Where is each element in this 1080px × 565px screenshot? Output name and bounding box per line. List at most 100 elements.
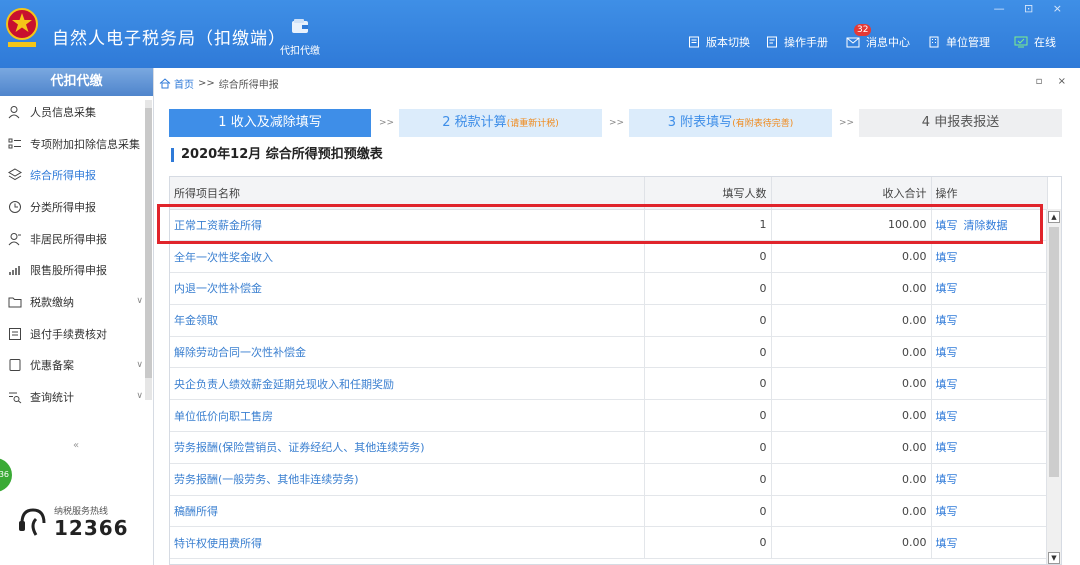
- scroll-down-arrow-icon[interactable]: ▼: [1048, 552, 1060, 564]
- sidebar-item-classified-income[interactable]: 分类所得申报: [0, 191, 153, 223]
- fill-in-link[interactable]: 填写: [936, 282, 958, 295]
- table-scroll-thumb[interactable]: [1049, 227, 1059, 477]
- step-label: 2 税款计算: [442, 115, 507, 130]
- fill-in-link[interactable]: 填写: [936, 505, 958, 518]
- filled-count: 0: [644, 526, 772, 560]
- main-panel: 首页 >> 综合所得申报 ▫ × 1 收入及减除填写 >> 2 税款计算(请重新…: [155, 68, 1080, 565]
- floating-badge[interactable]: 36: [0, 458, 12, 492]
- document-icon: [9, 359, 21, 372]
- search-list-icon: [9, 392, 22, 404]
- sidebar-item-label: 限售股所得申报: [30, 264, 107, 278]
- step-arrow: >>: [839, 118, 855, 128]
- filled-count: 0: [644, 240, 772, 274]
- operation-cell: 填写: [931, 272, 1048, 305]
- sidebar-item-restricted-shares[interactable]: 限售股所得申报: [0, 254, 153, 286]
- income-total: 0.00: [771, 240, 932, 274]
- fill-in-link[interactable]: 填写: [936, 441, 958, 454]
- home-icon: [159, 78, 171, 89]
- income-item-name: 稿酬所得: [170, 495, 645, 528]
- title-bar: 自然人电子税务局（扣缴端） 代扣代缴 — ⊡ × 版本切换 操作手册 32 消息…: [0, 0, 1080, 68]
- breadcrumb-home-link[interactable]: 首页: [174, 76, 194, 91]
- chart-icon: [9, 266, 20, 276]
- breadcrumb-separator: >>: [198, 78, 215, 89]
- sidebar-item-preference-filing[interactable]: 优惠备案 ∨: [0, 350, 153, 382]
- step-income-deduction[interactable]: 1 收入及减除填写: [169, 109, 371, 137]
- income-total: 0.00: [771, 367, 932, 401]
- person-outline-icon: [8, 232, 21, 245]
- scroll-up-arrow-icon[interactable]: ▲: [1048, 211, 1060, 223]
- hotline-banner: 纳税服务热线 12366: [16, 504, 129, 539]
- income-total: 0.00: [771, 495, 932, 528]
- sidebar-item-tax-payment[interactable]: 税款缴纳 ∨: [0, 286, 153, 318]
- sidebar-item-comprehensive-income[interactable]: 综合所得申报: [0, 159, 153, 191]
- table-scrollbar[interactable]: ▲ ▼: [1046, 209, 1061, 564]
- income-total: 0.00: [771, 526, 932, 560]
- app-title: 自然人电子税务局（扣缴端）: [52, 29, 286, 49]
- table-row: 解除劳动合同一次性补偿金 0 0.00 填写: [170, 336, 1048, 369]
- module-button-withholding[interactable]: 代扣代缴: [272, 18, 328, 57]
- sidebar-item-label: 人员信息采集: [30, 105, 96, 119]
- income-item-name: 劳务报酬(保险营销员、证券经纪人、其他连续劳务): [170, 431, 645, 464]
- hotline-number: 12366: [54, 516, 129, 540]
- online-status-button[interactable]: 在线: [1014, 34, 1056, 50]
- clear-data-link[interactable]: 清除数据: [964, 219, 1008, 232]
- table-row: 单位低价向职工售房 0 0.00 填写: [170, 399, 1048, 433]
- fill-in-link[interactable]: 填写: [936, 314, 958, 327]
- version-switch-button[interactable]: 版本切换: [688, 34, 750, 50]
- fill-in-link[interactable]: 填写: [936, 346, 958, 359]
- fill-in-link[interactable]: 填写: [936, 378, 958, 391]
- operation-cell: 填写: [931, 463, 1048, 496]
- operation-cell: 填写: [931, 526, 1048, 560]
- step-label: 3 附表填写: [667, 115, 733, 130]
- sidebar-item-refund-fee-check[interactable]: 退付手续费核对: [0, 318, 153, 350]
- table-row: 劳务报酬(一般劳务、其他非连续劳务) 0 0.00 填写: [170, 463, 1048, 496]
- step-report-submit[interactable]: 4 申报表报送: [859, 109, 1062, 137]
- operation-cell: 填写 清除数据: [931, 209, 1048, 242]
- panel-window-controls[interactable]: ▫ ×: [1036, 76, 1072, 87]
- checklist-icon: [9, 327, 21, 340]
- sidebar-item-nonresident-income[interactable]: 非居民所得申报: [0, 223, 153, 255]
- mail-icon: [846, 37, 860, 48]
- table-row: 年金领取 0 0.00 填写: [170, 304, 1048, 337]
- filled-count: 0: [644, 495, 772, 528]
- chevron-down-icon: ∨: [136, 391, 143, 402]
- sidebar-item-label: 综合所得申报: [30, 169, 96, 183]
- manual-button[interactable]: 操作手册: [766, 34, 828, 50]
- sidebar-item-query-statistics[interactable]: 查询统计 ∨: [0, 381, 153, 413]
- collapse-sidebar-button[interactable]: «: [68, 440, 84, 452]
- sidebar-item-personnel-info[interactable]: 人员信息采集: [0, 96, 153, 128]
- sidebar-item-label: 税款缴纳: [30, 295, 74, 309]
- message-count-badge: 32: [854, 24, 872, 36]
- page-title: 2020年12月 综合所得预扣预缴表: [171, 148, 383, 162]
- filled-count: 0: [644, 304, 772, 337]
- table-row: 央企负责人绩效薪金延期兑现收入和任期奖励 0 0.00 填写: [170, 367, 1048, 401]
- sidebar-scrollbar[interactable]: [145, 100, 152, 400]
- building-icon: [929, 36, 939, 48]
- window-controls[interactable]: — ⊡ ×: [994, 2, 1070, 15]
- step-tax-calculation[interactable]: 2 税款计算(请重新计税): [399, 109, 602, 137]
- header-count: 填写人数: [644, 177, 772, 210]
- breadcrumb: 首页 >> 综合所得申报: [159, 76, 279, 91]
- module-label: 代扣代缴: [280, 46, 320, 57]
- fill-in-link[interactable]: 填写: [936, 473, 958, 486]
- fill-in-link[interactable]: 填写: [936, 219, 958, 232]
- income-item-name: 单位低价向职工售房: [170, 399, 645, 433]
- sidebar-scroll-thumb[interactable]: [145, 108, 152, 378]
- fill-in-link[interactable]: 填写: [936, 410, 958, 423]
- sidebar-item-special-deduction[interactable]: 专项附加扣除信息采集: [0, 128, 153, 160]
- filled-count: 1: [644, 209, 772, 242]
- document-icon: [689, 36, 699, 48]
- header-name: 所得项目名称: [170, 177, 645, 210]
- operation-cell: 填写: [931, 431, 1048, 464]
- income-total: 0.00: [771, 272, 932, 305]
- table-row: 劳务报酬(保险营销员、证券经纪人、其他连续劳务) 0 0.00 填写: [170, 431, 1048, 464]
- table-header-row: 所得项目名称 填写人数 收入合计 操作: [170, 177, 1048, 210]
- income-total: 0.00: [771, 304, 932, 337]
- fill-in-link[interactable]: 填写: [936, 251, 958, 264]
- step-attachment-fill[interactable]: 3 附表填写(有附表待完善): [629, 109, 832, 137]
- unit-management-button[interactable]: 单位管理: [928, 34, 990, 50]
- fill-in-link[interactable]: 填写: [936, 537, 958, 550]
- message-center-button[interactable]: 32 消息中心: [846, 24, 910, 50]
- step-note: (请重新计税): [506, 119, 559, 129]
- sidebar-item-label: 专项附加扣除信息采集: [30, 137, 140, 151]
